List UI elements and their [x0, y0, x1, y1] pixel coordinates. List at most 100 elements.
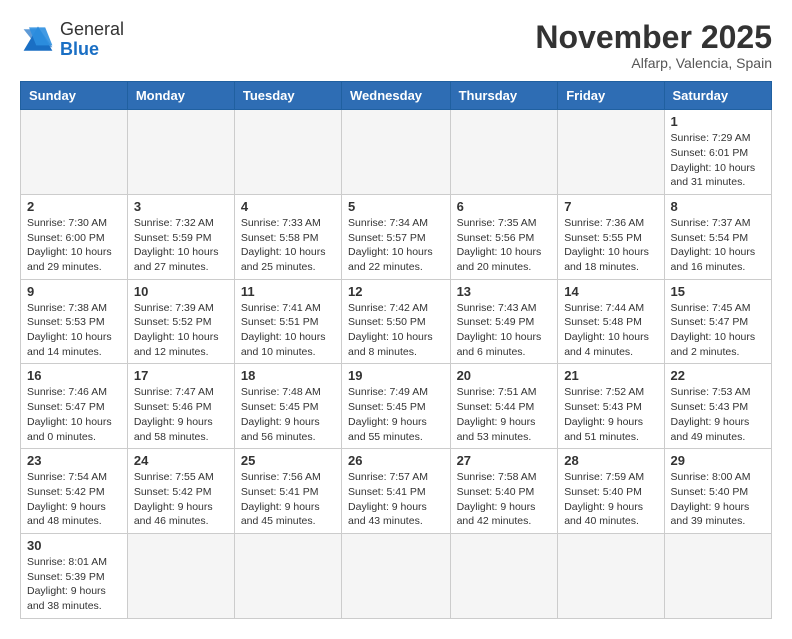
calendar-cell: [664, 533, 771, 618]
calendar-cell: 17 Sunrise: 7:47 AM Sunset: 5:46 PM Dayli…: [127, 364, 234, 449]
calendar-cell: 9 Sunrise: 7:38 AM Sunset: 5:53 PM Daylig…: [21, 279, 128, 364]
page-header: General Blue November 2025 Alfarp, Valen…: [20, 20, 772, 71]
day-info: Sunrise: 7:42 AM Sunset: 5:50 PM Dayligh…: [348, 301, 444, 360]
day-info: Sunrise: 7:51 AM Sunset: 5:44 PM Dayligh…: [457, 385, 552, 444]
calendar-header: SundayMondayTuesdayWednesdayThursdayFrid…: [21, 82, 772, 110]
day-info: Sunrise: 7:32 AM Sunset: 5:59 PM Dayligh…: [134, 216, 228, 275]
day-number: 25: [241, 453, 335, 468]
week-row-5: 23Sunrise: 7:54 AM Sunset: 5:42 PM Dayli…: [21, 449, 772, 534]
day-info: Sunrise: 7:43 AM Sunset: 5:49 PM Dayligh…: [457, 301, 552, 360]
day-info: Sunrise: 7:54 AM Sunset: 5:42 PM Dayligh…: [27, 470, 121, 529]
day-number: 16: [27, 368, 121, 383]
calendar-cell: 28 Sunrise: 7:59 AM Sunset: 5:40 PM Dayli…: [558, 449, 664, 534]
week-row-4: 16 Sunrise: 7:46 AM Sunset: 5:47 PM Dayli…: [21, 364, 772, 449]
calendar-cell: [234, 110, 341, 195]
month-title: November 2025: [535, 20, 772, 55]
day-number: 17: [134, 368, 228, 383]
calendar-body: 1Sunrise: 7:29 AM Sunset: 6:01 PM Daylig…: [21, 110, 772, 619]
calendar-cell: 12 Sunrise: 7:42 AM Sunset: 5:50 PM Dayli…: [342, 279, 451, 364]
logo-text: General Blue: [60, 20, 124, 60]
calendar-cell: 22Sunrise: 7:53 AM Sunset: 5:43 PM Dayli…: [664, 364, 771, 449]
calendar-cell: 5Sunrise: 7:34 AM Sunset: 5:57 PM Daylig…: [342, 194, 451, 279]
week-row-2: 2Sunrise: 7:30 AM Sunset: 6:00 PM Daylig…: [21, 194, 772, 279]
calendar-cell: [21, 110, 128, 195]
day-number: 9: [27, 284, 121, 299]
day-number: 6: [457, 199, 552, 214]
calendar-cell: [342, 533, 451, 618]
calendar-cell: 11 Sunrise: 7:41 AM Sunset: 5:51 PM Dayli…: [234, 279, 341, 364]
calendar-cell: 14Sunrise: 7:44 AM Sunset: 5:48 PM Dayli…: [558, 279, 664, 364]
calendar-cell: 18Sunrise: 7:48 AM Sunset: 5:45 PM Dayli…: [234, 364, 341, 449]
day-number: 11: [241, 284, 335, 299]
day-info: Sunrise: 7:45 AM Sunset: 5:47 PM Dayligh…: [671, 301, 765, 360]
day-number: 15: [671, 284, 765, 299]
weekday-header-wednesday: Wednesday: [342, 82, 451, 110]
day-info: Sunrise: 7:37 AM Sunset: 5:54 PM Dayligh…: [671, 216, 765, 275]
calendar-cell: 1Sunrise: 7:29 AM Sunset: 6:01 PM Daylig…: [664, 110, 771, 195]
calendar-cell: [127, 533, 234, 618]
day-number: 24: [134, 453, 228, 468]
calendar-cell: [234, 533, 341, 618]
calendar-cell: 13 Sunrise: 7:43 AM Sunset: 5:49 PM Dayli…: [450, 279, 558, 364]
day-info: Sunrise: 7:29 AM Sunset: 6:01 PM Dayligh…: [671, 131, 765, 190]
calendar-cell: 4Sunrise: 7:33 AM Sunset: 5:58 PM Daylig…: [234, 194, 341, 279]
day-number: 19: [348, 368, 444, 383]
day-info: Sunrise: 7:46 AM Sunset: 5:47 PM Dayligh…: [27, 385, 121, 444]
week-row-6: 30Sunrise: 8:01 AM Sunset: 5:39 PM Dayli…: [21, 533, 772, 618]
calendar-cell: 15 Sunrise: 7:45 AM Sunset: 5:47 PM Dayli…: [664, 279, 771, 364]
weekday-header-thursday: Thursday: [450, 82, 558, 110]
day-number: 8: [671, 199, 765, 214]
calendar-cell: 16 Sunrise: 7:46 AM Sunset: 5:47 PM Dayli…: [21, 364, 128, 449]
day-info: Sunrise: 7:38 AM Sunset: 5:53 PM Dayligh…: [27, 301, 121, 360]
day-info: Sunrise: 7:41 AM Sunset: 5:51 PM Dayligh…: [241, 301, 335, 360]
week-row-3: 9 Sunrise: 7:38 AM Sunset: 5:53 PM Daylig…: [21, 279, 772, 364]
weekday-header-saturday: Saturday: [664, 82, 771, 110]
day-number: 13: [457, 284, 552, 299]
day-info: Sunrise: 7:56 AM Sunset: 5:41 PM Dayligh…: [241, 470, 335, 529]
calendar-cell: 2Sunrise: 7:30 AM Sunset: 6:00 PM Daylig…: [21, 194, 128, 279]
calendar-cell: 23Sunrise: 7:54 AM Sunset: 5:42 PM Dayli…: [21, 449, 128, 534]
day-number: 22: [671, 368, 765, 383]
calendar-cell: 3 Sunrise: 7:32 AM Sunset: 5:59 PM Daylig…: [127, 194, 234, 279]
calendar-cell: 6 Sunrise: 7:35 AM Sunset: 5:56 PM Daylig…: [450, 194, 558, 279]
calendar-cell: 25 Sunrise: 7:56 AM Sunset: 5:41 PM Dayli…: [234, 449, 341, 534]
calendar-cell: [450, 533, 558, 618]
day-info: Sunrise: 7:57 AM Sunset: 5:41 PM Dayligh…: [348, 470, 444, 529]
day-info: Sunrise: 7:48 AM Sunset: 5:45 PM Dayligh…: [241, 385, 335, 444]
calendar-cell: 7Sunrise: 7:36 AM Sunset: 5:55 PM Daylig…: [558, 194, 664, 279]
weekday-header-tuesday: Tuesday: [234, 82, 341, 110]
weekday-row: SundayMondayTuesdayWednesdayThursdayFrid…: [21, 82, 772, 110]
calendar-cell: [558, 110, 664, 195]
day-info: Sunrise: 7:58 AM Sunset: 5:40 PM Dayligh…: [457, 470, 552, 529]
day-info: Sunrise: 8:01 AM Sunset: 5:39 PM Dayligh…: [27, 555, 121, 614]
day-info: Sunrise: 7:59 AM Sunset: 5:40 PM Dayligh…: [564, 470, 657, 529]
calendar-cell: [558, 533, 664, 618]
calendar-cell: [450, 110, 558, 195]
calendar-cell: 27Sunrise: 7:58 AM Sunset: 5:40 PM Dayli…: [450, 449, 558, 534]
calendar-cell: 20Sunrise: 7:51 AM Sunset: 5:44 PM Dayli…: [450, 364, 558, 449]
day-number: 28: [564, 453, 657, 468]
weekday-header-sunday: Sunday: [21, 82, 128, 110]
day-info: Sunrise: 7:35 AM Sunset: 5:56 PM Dayligh…: [457, 216, 552, 275]
calendar-cell: 10Sunrise: 7:39 AM Sunset: 5:52 PM Dayli…: [127, 279, 234, 364]
day-number: 7: [564, 199, 657, 214]
day-number: 26: [348, 453, 444, 468]
day-info: Sunrise: 7:52 AM Sunset: 5:43 PM Dayligh…: [564, 385, 657, 444]
calendar-cell: 19Sunrise: 7:49 AM Sunset: 5:45 PM Dayli…: [342, 364, 451, 449]
day-info: Sunrise: 8:00 AM Sunset: 5:40 PM Dayligh…: [671, 470, 765, 529]
day-info: Sunrise: 7:44 AM Sunset: 5:48 PM Dayligh…: [564, 301, 657, 360]
calendar-table: SundayMondayTuesdayWednesdayThursdayFrid…: [20, 81, 772, 619]
day-info: Sunrise: 7:47 AM Sunset: 5:46 PM Dayligh…: [134, 385, 228, 444]
day-number: 29: [671, 453, 765, 468]
calendar-cell: 24 Sunrise: 7:55 AM Sunset: 5:42 PM Dayli…: [127, 449, 234, 534]
logo-icon: [20, 22, 56, 58]
location-subtitle: Alfarp, Valencia, Spain: [535, 55, 772, 71]
weekday-header-monday: Monday: [127, 82, 234, 110]
calendar-cell: 21Sunrise: 7:52 AM Sunset: 5:43 PM Dayli…: [558, 364, 664, 449]
day-number: 3: [134, 199, 228, 214]
day-number: 2: [27, 199, 121, 214]
day-number: 12: [348, 284, 444, 299]
day-number: 5: [348, 199, 444, 214]
day-info: Sunrise: 7:55 AM Sunset: 5:42 PM Dayligh…: [134, 470, 228, 529]
calendar-cell: [342, 110, 451, 195]
